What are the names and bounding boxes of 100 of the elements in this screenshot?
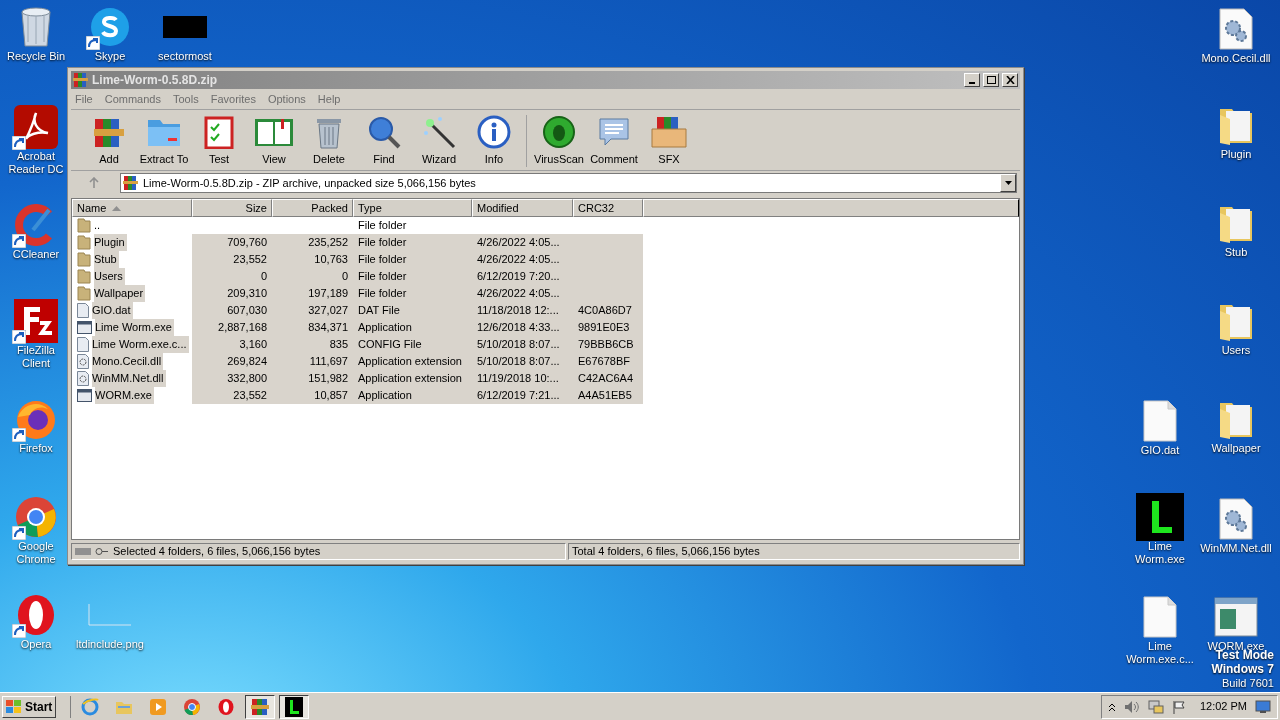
address-field[interactable]: Lime-Worm-0.5.8D.zip - ZIP archive, unpacked size 5,066,156 bytes	[120, 173, 1017, 193]
document-icon	[1143, 596, 1177, 638]
table-cell-text: DAT File	[358, 303, 400, 319]
file-row[interactable]: GIO.dat 607,030 327,027 DAT File 11/18/2018 12:... 4C0A86D7	[72, 302, 643, 319]
table-cell-text: 6/12/2019 7:20...	[477, 269, 560, 285]
file-row[interactable]: Plugin 709,760 235,252 File folder 4/26/2022 4:05...	[72, 234, 643, 251]
speaker-icon[interactable]	[1123, 699, 1140, 714]
gear-document-icon	[77, 371, 89, 386]
minimize-button[interactable]	[964, 73, 980, 87]
column-header[interactable]: Modified	[472, 199, 573, 217]
desktop-icon-label[interactable]: CCleaner	[12, 248, 60, 261]
toolbar-button[interactable]: Delete	[303, 112, 355, 167]
table-cell-text: Application extension	[358, 371, 462, 387]
magic-wand-icon	[422, 114, 456, 149]
table-cell: Stub	[94, 251, 119, 268]
toolbar-button[interactable]: Wizard	[413, 112, 465, 167]
taskbar-button[interactable]	[279, 694, 310, 719]
desktop-icon-label[interactable]: Stub	[1224, 246, 1248, 259]
opera-icon[interactable]	[217, 697, 236, 716]
network-icon[interactable]	[1147, 699, 1164, 714]
toolbar-button[interactable]: Add	[83, 112, 135, 167]
file-row[interactable]: Lime Worm.exe.c... 3,160 835 CONFIG File 5/10/2018 8:07... 79BBB6CB	[72, 336, 643, 353]
file-row[interactable]: Lime Worm.exe 2,887,168 834,371 Application 12/6/2018 4:33... 9891E0E3	[72, 319, 643, 336]
table-cell-text: File folder	[358, 286, 407, 302]
desktop-icon-label[interactable]: Recycle Bin	[6, 50, 66, 63]
box-icon	[649, 114, 689, 149]
stacked-books-icon[interactable]	[250, 697, 271, 716]
desktop-icon-label[interactable]: Mono.Cecil.dll	[1201, 52, 1271, 65]
table-cell-text: 197,189	[308, 286, 348, 302]
lime-l-icon	[1136, 493, 1184, 541]
table-cell-text: Application	[358, 320, 412, 336]
menu-item[interactable]: Favorites	[210, 90, 256, 108]
table-cell-text: 9891E0E3	[578, 320, 630, 336]
desktop-icon-label[interactable]: Lime Worm.exe.c...	[1124, 640, 1196, 666]
desktop-icon-label[interactable]: Lime Worm.exe	[1124, 540, 1196, 566]
application-window-icon	[77, 321, 92, 334]
table-cell-text: 4/26/2022 4:05...	[477, 286, 560, 302]
chrome-icon[interactable]	[183, 697, 202, 716]
desktop-icon-label[interactable]: Plugin	[1220, 148, 1252, 161]
menu-item[interactable]: Commands	[104, 90, 161, 108]
desktop-icon-label[interactable]: sectormost	[158, 50, 212, 63]
table-cell-text: 12/6/2018 4:33...	[477, 320, 560, 336]
status-text: Selected 4 folders, 6 files, 5,066,156 bytes	[113, 544, 321, 560]
archive-icon	[123, 176, 139, 190]
maximize-button[interactable]	[983, 73, 999, 87]
monitor-icon[interactable]	[1255, 699, 1271, 714]
desktop-icon-label[interactable]: FileZilla Client	[6, 344, 66, 370]
table-cell-text: 4C0A86D7	[578, 303, 632, 319]
menu-item[interactable]: Tools	[173, 90, 199, 108]
column-header[interactable]: Packed	[272, 199, 353, 217]
table-cell: WORM.exe	[95, 387, 154, 404]
desktop-icon-label[interactable]: Wallpaper	[1211, 442, 1261, 455]
file-row[interactable]: Users 0 0 File folder 6/12/2019 7:20...	[72, 268, 643, 285]
desktop-icon-label[interactable]: WinMM.Net.dll	[1200, 542, 1272, 555]
table-cell-text: 6/12/2019 7:21...	[477, 388, 560, 404]
file-row[interactable]: Mono.Cecil.dll 269,824 111,697 Application extension 5/10/2018 8:07... E67678BF	[72, 353, 643, 370]
column-header[interactable]: CRC32	[573, 199, 643, 217]
table-cell-text: A4A51EB5	[578, 388, 632, 404]
table-cell-text: E67678BF	[578, 354, 630, 370]
column-header[interactable]: Size	[192, 199, 272, 217]
start-button[interactable]: Start	[2, 695, 57, 718]
file-row[interactable]: Wallpaper 209,310 197,189 File folder 4/26/2022 4:05...	[72, 285, 643, 302]
toolbar-button[interactable]: Extract To	[138, 112, 190, 167]
close-button[interactable]	[1002, 73, 1018, 87]
desktop-icon-label[interactable]: GIO.dat	[1140, 444, 1180, 457]
chevron-up-icon[interactable]	[1107, 701, 1116, 712]
toolbar-button[interactable]: View	[248, 112, 300, 167]
table-cell-text: 269,824	[227, 354, 267, 370]
flag-icon[interactable]	[1171, 699, 1186, 714]
table-cell: Lime Worm.exe.c...	[92, 336, 189, 353]
file-row[interactable]: WORM.exe 23,552 10,857 Application 6/12/2019 7:21... A4A51EB5	[72, 387, 643, 404]
taskbar-button[interactable]	[245, 694, 276, 719]
toolbar-button[interactable]: SFX	[643, 112, 695, 167]
file-row[interactable]: Stub 23,552 10,763 File folder 4/26/2022 4:05...	[72, 251, 643, 268]
desktop-icon-label[interactable]: Acrobat Reader DC	[6, 150, 66, 176]
toolbar-button[interactable]: Info	[468, 112, 520, 167]
desktop-icon-label[interactable]: Users	[1221, 344, 1251, 357]
windows-logo-icon	[6, 699, 22, 714]
menu-item[interactable]: Options	[267, 90, 306, 108]
toolbar-button[interactable]: Find	[358, 112, 410, 167]
application-window-icon	[77, 389, 92, 402]
lime-l-icon[interactable]	[285, 696, 304, 717]
skype-icon	[89, 6, 131, 48]
table-cell-text: 79BBB6CB	[578, 337, 634, 353]
table-cell-text: 209,310	[227, 286, 267, 302]
table-cell-text: 23,552	[233, 252, 267, 268]
toolbar-button[interactable]: Test	[193, 112, 245, 167]
column-header[interactable]: Name	[72, 199, 192, 217]
column-header[interactable]: Type	[353, 199, 472, 217]
table-cell-text: 709,760	[227, 235, 267, 251]
file-row[interactable]: .. File folder	[72, 217, 643, 234]
toolbar-button[interactable]: Comment	[588, 112, 640, 167]
checklist-icon	[204, 114, 234, 149]
table-cell-text: C42AC6A4	[578, 371, 634, 387]
watermark-text: Build 7601	[1222, 676, 1274, 690]
clock[interactable]: 12:02 PM	[1199, 698, 1247, 715]
table-cell-text: Application extension	[358, 354, 462, 370]
toolbar-button[interactable]: VirusScan	[533, 112, 585, 167]
file-row[interactable]: WinMM.Net.dll 332,800 151,982 Application extension 11/19/2018 10:... C42AC6A4	[72, 370, 643, 387]
desktop-icon-label[interactable]: Skype	[94, 50, 126, 63]
